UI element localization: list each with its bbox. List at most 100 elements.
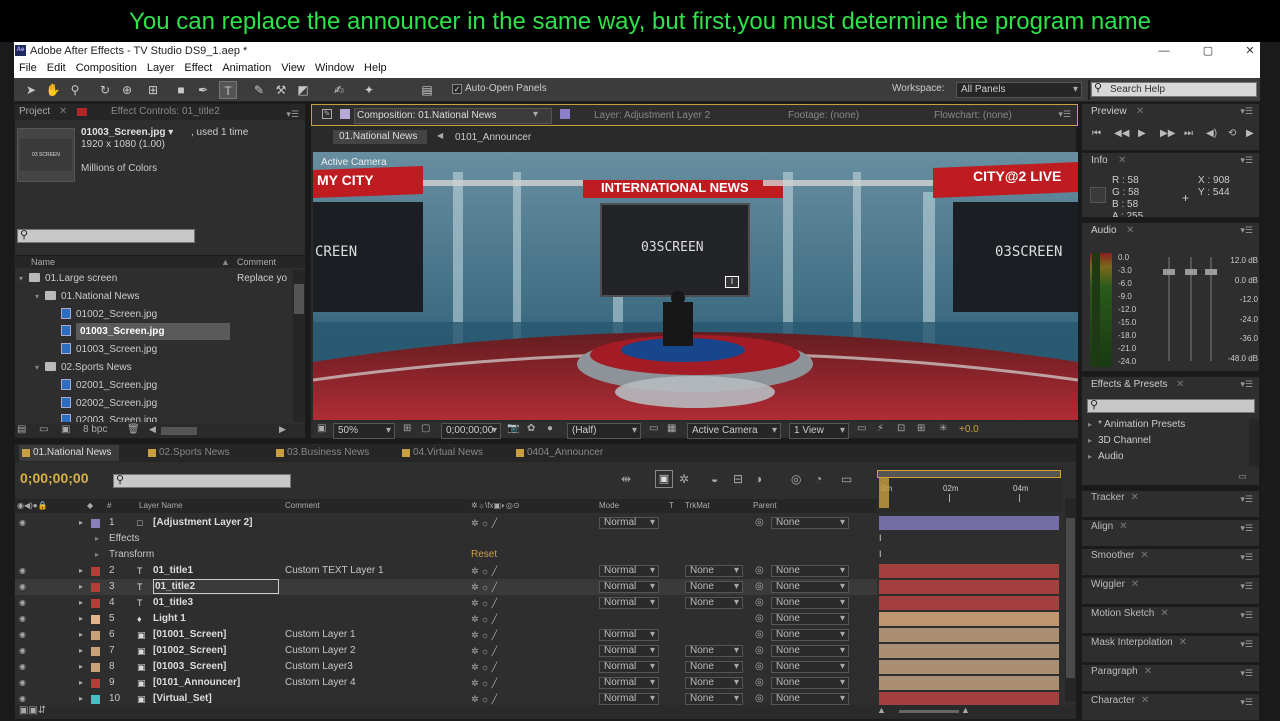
layer-duration-bar[interactable]	[879, 692, 1059, 705]
panel-menu-icon[interactable]: ▾☰	[1240, 637, 1253, 651]
layer-name-header[interactable]: Layer Name	[139, 501, 183, 510]
layer-comment[interactable]: Custom TEXT Layer 1	[285, 563, 384, 579]
parent-pickwhip-icon[interactable]: ◎	[755, 691, 764, 705]
expand-arrow-icon[interactable]: ▾	[35, 288, 45, 305]
expand-arrow-icon[interactable]: ▸	[79, 563, 83, 579]
layer-duration-bar[interactable]	[879, 628, 1059, 642]
channel-icon[interactable]: ●	[547, 423, 553, 434]
project-search-input[interactable]	[17, 229, 195, 243]
close-icon[interactable]: ✕	[1141, 695, 1149, 706]
layer-row[interactable]: ◉ ▸ 8 ▣ [01003_Screen] Custom Layer3 ✲ ☼ ╱ Norm…	[15, 659, 877, 675]
effects-scrollbar[interactable]	[1249, 419, 1259, 467]
panel-menu-icon[interactable]: ▾☰	[1240, 608, 1253, 622]
project-item[interactable]: 02002_Screen.jpg	[15, 395, 293, 412]
visibility-icon[interactable]: ◉	[19, 611, 26, 627]
layer-name[interactable]: 01_title2	[153, 579, 279, 594]
expand-arrow-icon[interactable]: ▾	[19, 270, 29, 287]
expand-arrow-icon[interactable]: ▸	[79, 627, 83, 643]
parent-pickwhip-icon[interactable]: ◎	[755, 675, 764, 691]
track-matte-dropdown[interactable]: None	[685, 565, 743, 577]
layer-switches-icon[interactable]: ✲ ☼ ╱	[471, 643, 497, 659]
close-icon[interactable]: ✕	[1140, 550, 1148, 561]
project-item[interactable]: ▾ 01.National News	[15, 288, 293, 305]
timeline-tab[interactable]: 03.Business News	[273, 445, 377, 461]
layer-comment[interactable]: Custom Layer 2	[285, 643, 356, 659]
playhead[interactable]	[879, 478, 889, 508]
label-color-swatch[interactable]	[91, 647, 100, 656]
frame-blending-icon[interactable]: ⊟	[733, 472, 743, 486]
graph-editor-icon[interactable]: ◎	[791, 472, 801, 486]
motion-blur-icon[interactable]: ◑	[755, 472, 762, 486]
panel-motion-sketch[interactable]: Motion Sketch ✕ ▾☰	[1081, 606, 1260, 634]
mode-header[interactable]: Mode	[599, 501, 619, 510]
panel-menu-icon[interactable]: ▾☰	[1240, 521, 1253, 535]
layer-property-effects[interactable]: ▸ Effects	[15, 531, 877, 547]
menu-file[interactable]: File	[14, 60, 42, 78]
ram-preview-icon[interactable]: ▶	[1246, 128, 1254, 139]
visibility-icon[interactable]: ◉	[19, 515, 26, 531]
menu-composition[interactable]: Composition	[71, 60, 142, 78]
parent-dropdown[interactable]: None	[771, 661, 849, 673]
layer-row[interactable]: ◉ ▸ 7 ▣ [01002_Screen] Custom Layer 2 ✲ ☼ ╱ Nor…	[15, 643, 877, 659]
trkmat-header[interactable]: TrkMat	[685, 501, 710, 510]
layer-row[interactable]: ◉ ▸ 3 T 01_title2 ✲ ☼ ╱ Normal None ◎ None	[15, 579, 877, 595]
minimize-button[interactable]: —	[1154, 42, 1174, 60]
parent-dropdown[interactable]: None	[771, 565, 849, 577]
expand-arrow-icon[interactable]: ▸	[79, 691, 83, 705]
project-item[interactable]: 02001_Screen.jpg	[15, 377, 293, 394]
scroll-left-icon[interactable]: ◀	[149, 424, 156, 435]
parent-pickwhip-icon[interactable]: ◎	[755, 579, 764, 595]
effects-item-animation-presets[interactable]: ▸ * Animation Presets	[1088, 419, 1185, 430]
column-comment-header[interactable]: Comment	[237, 257, 276, 267]
magnification-dropdown[interactable]: 50%	[333, 423, 395, 439]
expand-arrow-icon[interactable]: ▸	[79, 643, 83, 659]
layer-name[interactable]: 01_title3	[153, 595, 193, 611]
expand-arrow-icon[interactable]: ▸	[79, 675, 83, 691]
close-icon[interactable]: ✕	[1160, 608, 1168, 619]
layer-row[interactable]: ◉ ▸ 2 T 01_title1 Custom TEXT Layer 1 ✲ ☼ ╱ Nor…	[15, 563, 877, 579]
panel-wiggler[interactable]: Wiggler ✕ ▾☰	[1081, 577, 1260, 605]
stopwatch-icon[interactable]: ◔	[815, 472, 822, 486]
layer-switches-icon[interactable]: ✲ ☼ ╱	[471, 595, 497, 611]
parent-pickwhip-icon[interactable]: ◎	[755, 643, 764, 659]
parent-pickwhip-icon[interactable]: ◎	[755, 611, 764, 627]
zoom-tool-icon[interactable]: ⚲	[66, 81, 84, 99]
layer-comment[interactable]: Custom Layer 1	[285, 627, 356, 643]
camera-tool-icon[interactable]: ⊕	[118, 81, 136, 99]
track-matte-dropdown[interactable]: None	[685, 645, 743, 657]
resolution-dropdown[interactable]: (Half)	[567, 423, 641, 439]
scroll-right-icon[interactable]: ▶	[279, 424, 286, 435]
layer-switches-icon[interactable]: ✲ ☼ ╱	[471, 563, 497, 579]
draft-3d-icon[interactable]: ✲	[679, 472, 689, 486]
blend-mode-dropdown[interactable]: Normal	[599, 629, 659, 641]
layer-row[interactable]: ◉ ▸ 5 ♦ Light 1 ✲ ☼ ╱ ◎ None	[15, 611, 877, 627]
expand-arrow-icon[interactable]: ▸	[79, 595, 83, 611]
label-color-swatch[interactable]	[91, 631, 100, 640]
layer-name[interactable]: [01003_Screen]	[153, 659, 226, 675]
expand-arrow-icon[interactable]: ▸	[95, 547, 99, 563]
loop-icon[interactable]: ⟲	[1228, 128, 1236, 139]
brush-tool-icon[interactable]: ✎	[250, 81, 268, 99]
rotate-tool-icon[interactable]: ↻	[96, 81, 114, 99]
layer-duration-bar[interactable]	[879, 580, 1059, 594]
expand-arrow-icon[interactable]: ▸	[79, 579, 83, 595]
composition-viewer[interactable]: Active Camera MY CITY INTERNATIONAL NEWS…	[313, 152, 1078, 420]
panel-menu-icon[interactable]: ▾☰	[1240, 550, 1253, 564]
layer-row[interactable]: ◉ ▸ 4 T 01_title3 ✲ ☼ ╱ Normal None ◎ None	[15, 595, 877, 611]
visibility-icon[interactable]: ◉	[19, 579, 26, 595]
type-tool-icon[interactable]: T	[219, 81, 237, 99]
menu-animation[interactable]: Animation	[217, 60, 276, 78]
parent-dropdown[interactable]: None	[771, 613, 849, 625]
fast-previews-icon[interactable]: ⚡	[877, 423, 884, 434]
column-name-header[interactable]: Name	[31, 257, 55, 267]
panel-menu-icon[interactable]: ▾☰	[1240, 492, 1253, 506]
preview-menu-icon[interactable]: ▾☰	[1240, 106, 1253, 117]
current-time-field[interactable]: 0;00;00;00	[441, 423, 501, 439]
panel-align[interactable]: Align ✕ ▾☰	[1081, 519, 1260, 547]
blend-mode-dropdown[interactable]: Normal	[599, 645, 659, 657]
toggle-pixel-aspect-icon[interactable]: ▭	[857, 423, 866, 434]
new-preset-icon[interactable]: ▭	[1238, 471, 1247, 482]
lock-panel-icon[interactable]: ✎	[322, 109, 332, 119]
layer-name[interactable]: Light 1	[153, 611, 186, 627]
view-layout-dropdown[interactable]: 1 View	[789, 423, 849, 439]
